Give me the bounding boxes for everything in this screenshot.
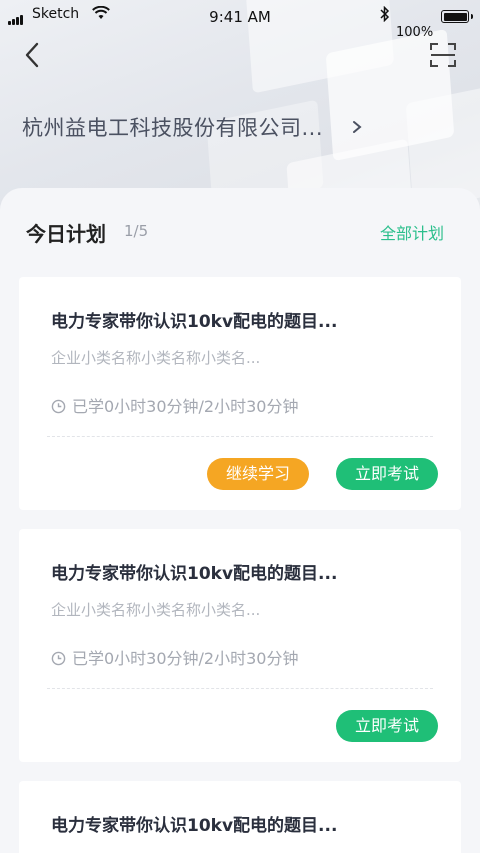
- battery-percent: 100%: [396, 25, 434, 40]
- plan-title: 今日计划: [26, 222, 106, 246]
- status-bar: Sketch 9:41 AM 100%: [0, 0, 480, 40]
- all-plans-link[interactable]: 全部计划: [380, 220, 444, 244]
- course-card[interactable]: 电力专家带你认识10kv配电的题目... 企业小类名称小类名称小类名... 已学…: [19, 529, 461, 762]
- clock-icon: [51, 651, 66, 666]
- status-time: 9:41 AM: [209, 8, 271, 26]
- clock-icon: [51, 399, 66, 414]
- divider: [47, 436, 433, 437]
- course-card[interactable]: 电力专家带你认识10kv配电的题目... 企业小类名称小类名称小类名... 已学…: [19, 277, 461, 510]
- start-exam-button[interactable]: 立即考试: [336, 710, 438, 742]
- course-card[interactable]: 电力专家带你认识10kv配电的题目...: [19, 781, 461, 853]
- divider: [47, 688, 433, 689]
- start-exam-button[interactable]: 立即考试: [336, 458, 438, 490]
- company-name[interactable]: 杭州益电工科技股份有限公司...: [22, 112, 323, 142]
- course-title: 电力专家带你认识10kv配电的题目...: [51, 312, 338, 332]
- chevron-right-icon[interactable]: [350, 119, 364, 135]
- battery-icon: [441, 10, 473, 23]
- scan-icon[interactable]: [428, 40, 458, 70]
- study-progress: 已学0小时30分钟/2小时30分钟: [51, 645, 298, 669]
- bluetooth-icon: [380, 6, 390, 22]
- study-progress: 已学0小时30分钟/2小时30分钟: [51, 393, 298, 417]
- continue-learning-button[interactable]: 继续学习: [207, 458, 309, 490]
- study-progress-text: 已学0小时30分钟/2小时30分钟: [72, 397, 299, 416]
- course-category: 企业小类名称小类名称小类名...: [51, 601, 261, 619]
- course-title: 电力专家带你认识10kv配电的题目...: [51, 816, 338, 836]
- course-category: 企业小类名称小类名称小类名...: [51, 349, 261, 367]
- study-progress-text: 已学0小时30分钟/2小时30分钟: [72, 649, 299, 668]
- back-button[interactable]: [18, 38, 48, 72]
- course-title: 电力专家带你认识10kv配电的题目...: [51, 564, 338, 584]
- plan-count: 1/5: [124, 222, 149, 240]
